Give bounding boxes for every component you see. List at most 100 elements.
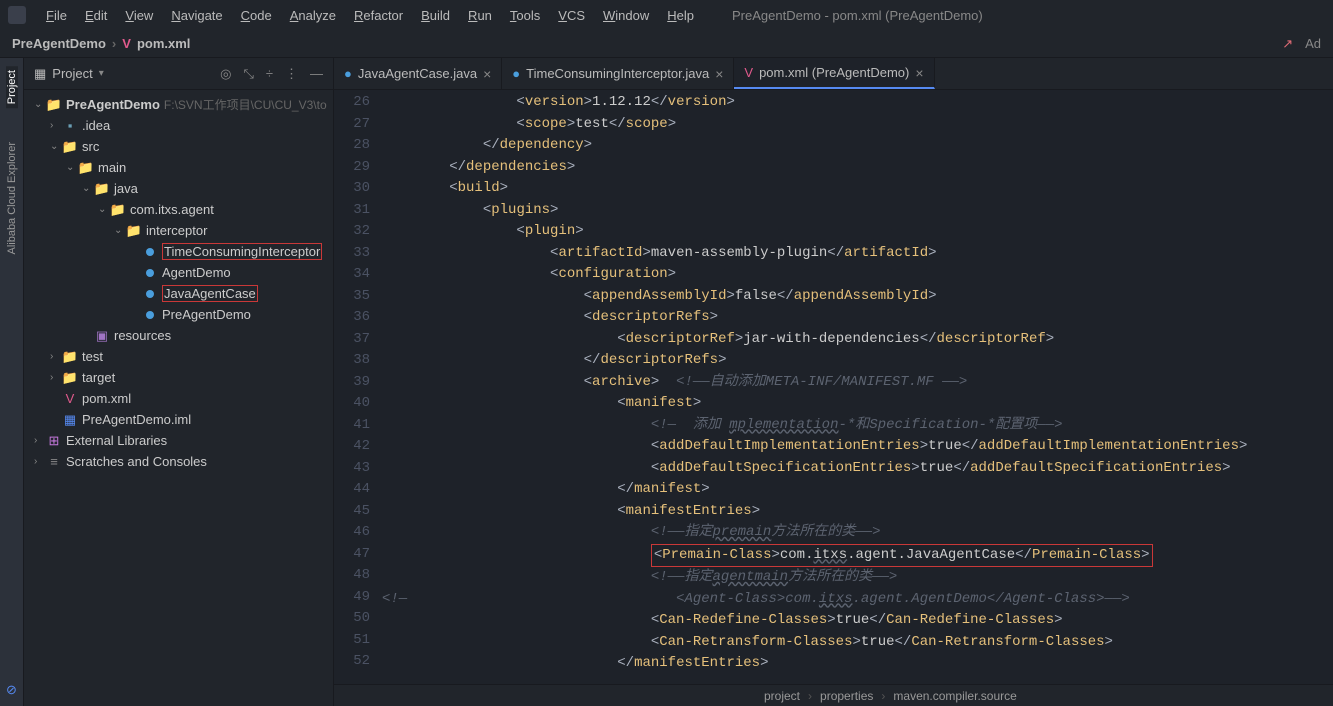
close-icon[interactable]: × — [915, 65, 923, 81]
tree-node-com-itxs-agent[interactable]: ⌄📁com.itxs.agent — [24, 199, 333, 220]
close-icon[interactable]: × — [483, 66, 491, 82]
code-line[interactable]: <manifest> — [382, 393, 1333, 415]
tool-window-label[interactable]: ▦ Project ▾ — [34, 66, 104, 82]
tree-node-resources[interactable]: ▣resources — [24, 325, 333, 346]
tree-node-preagentdemo[interactable]: PreAgentDemo — [24, 304, 333, 325]
line-number[interactable]: 31 — [334, 200, 370, 222]
line-number[interactable]: 38 — [334, 350, 370, 372]
chevron-icon[interactable]: › — [50, 120, 62, 131]
code-line[interactable]: <!——指定agentmain方法所在的类——> — [382, 567, 1333, 589]
line-number[interactable]: 42 — [334, 436, 370, 458]
line-number[interactable]: 26 — [334, 92, 370, 114]
editor-body[interactable]: 2627282930313233343536373839404142434445… — [334, 90, 1333, 684]
code-line[interactable]: <version>1.12.12</version> — [382, 92, 1333, 114]
chevron-icon[interactable]: › — [50, 351, 62, 362]
chevron-icon[interactable]: ⌄ — [82, 183, 94, 194]
status-crumb[interactable]: properties — [820, 689, 873, 703]
tree-node-timeconsuminginterceptor[interactable]: TimeConsumingInterceptor — [24, 241, 333, 262]
tab-javaagentcase-java[interactable]: ●JavaAgentCase.java× — [334, 58, 502, 89]
chevron-icon[interactable]: › — [50, 372, 62, 383]
tree-node-pom-xml[interactable]: Vpom.xml — [24, 388, 333, 409]
line-number[interactable]: 48 — [334, 565, 370, 587]
code-line[interactable]: <artifactId>maven-assembly-plugin</artif… — [382, 243, 1333, 265]
code-line[interactable]: <Premain-Class>com.itxs.agent.JavaAgentC… — [382, 544, 1333, 568]
settings-icon[interactable]: ⋮ — [285, 66, 298, 82]
code-line[interactable]: <plugins> — [382, 200, 1333, 222]
breadcrumb-root[interactable]: PreAgentDemo — [12, 36, 106, 51]
chevron-icon[interactable]: ⌄ — [50, 141, 62, 152]
menu-navigate[interactable]: Navigate — [163, 4, 230, 27]
menu-help[interactable]: Help — [659, 4, 702, 27]
line-number[interactable]: 51 — [334, 630, 370, 652]
tree-node-external-libraries[interactable]: ›⊞External Libraries — [24, 430, 333, 451]
menu-window[interactable]: Window — [595, 4, 657, 27]
rail-project[interactable]: Project — [6, 66, 18, 108]
search-icon[interactable]: ↗ — [1282, 36, 1293, 52]
menu-build[interactable]: Build — [413, 4, 458, 27]
tree-node-src[interactable]: ⌄📁src — [24, 136, 333, 157]
code-content[interactable]: <version>1.12.12</version> <scope>test</… — [382, 90, 1333, 684]
code-line[interactable]: </manifestEntries> — [382, 653, 1333, 675]
line-number[interactable]: 44 — [334, 479, 370, 501]
code-line[interactable]: </dependency> — [382, 135, 1333, 157]
tree-node-preagentdemo-iml[interactable]: ▦PreAgentDemo.iml — [24, 409, 333, 430]
code-line[interactable]: <manifestEntries> — [382, 501, 1333, 523]
line-number[interactable]: 30 — [334, 178, 370, 200]
code-line[interactable]: </manifest> — [382, 479, 1333, 501]
menu-file[interactable]: File — [38, 4, 75, 27]
code-line[interactable]: <configuration> — [382, 264, 1333, 286]
line-number[interactable]: 34 — [334, 264, 370, 286]
code-line[interactable]: <Can-Redefine-Classes>true</Can-Redefine… — [382, 610, 1333, 632]
line-number[interactable]: 27 — [334, 114, 370, 136]
menu-refactor[interactable]: Refactor — [346, 4, 411, 27]
line-number[interactable]: 52 — [334, 651, 370, 673]
code-line[interactable]: <!— 添加 mplementation-*和Specification-*配置… — [382, 415, 1333, 437]
line-number[interactable]: 49 — [334, 587, 370, 609]
collapse-icon[interactable]: ÷ — [266, 66, 273, 82]
chevron-icon[interactable]: ⌄ — [66, 162, 78, 173]
code-line[interactable]: <scope>test</scope> — [382, 114, 1333, 136]
close-icon[interactable]: × — [715, 66, 723, 82]
breadcrumb-file[interactable]: pom.xml — [137, 36, 190, 51]
code-line[interactable]: </dependencies> — [382, 157, 1333, 179]
menu-vcs[interactable]: VCS — [550, 4, 593, 27]
line-number[interactable]: 45 — [334, 501, 370, 523]
line-number[interactable]: 32 — [334, 221, 370, 243]
expand-icon[interactable]: ⤡ — [243, 66, 253, 82]
tree-node--idea[interactable]: ›▪.idea — [24, 115, 333, 136]
chevron-icon[interactable]: › — [34, 435, 46, 446]
line-number[interactable]: 29 — [334, 157, 370, 179]
code-line[interactable]: <!— <Agent-Class>com.itxs.agent.AgentDem… — [382, 589, 1333, 611]
menu-run[interactable]: Run — [460, 4, 500, 27]
code-line[interactable]: <archive> <!——自动添加META-INF/MANIFEST.MF —… — [382, 372, 1333, 394]
breadcrumb[interactable]: PreAgentDemo › V pom.xml — [12, 36, 190, 51]
line-number[interactable]: 35 — [334, 286, 370, 308]
tab-timeconsuminginterceptor-java[interactable]: ●TimeConsumingInterceptor.java× — [502, 58, 734, 89]
line-number[interactable]: 36 — [334, 307, 370, 329]
line-number[interactable]: 37 — [334, 329, 370, 351]
menu-tools[interactable]: Tools — [502, 4, 548, 27]
menu-analyze[interactable]: Analyze — [282, 4, 344, 27]
chevron-down-icon[interactable]: ▾ — [99, 68, 104, 79]
code-line[interactable]: <descriptorRefs> — [382, 307, 1333, 329]
rail-alibaba[interactable]: Alibaba Cloud Explorer — [6, 138, 18, 259]
chevron-icon[interactable]: ⌄ — [34, 99, 46, 110]
tree-node-scratches-and-consoles[interactable]: ›≡Scratches and Consoles — [24, 451, 333, 472]
tree-node-preagentdemo[interactable]: ⌄📁PreAgentDemoF:\SVN工作项目\CU\CU_V3\to — [24, 94, 333, 115]
code-line[interactable]: <addDefaultImplementationEntries>true</a… — [382, 436, 1333, 458]
line-number[interactable]: 47 — [334, 544, 370, 566]
tree-node-test[interactable]: ›📁test — [24, 346, 333, 367]
code-line[interactable]: <descriptorRef>jar-with-dependencies</de… — [382, 329, 1333, 351]
chevron-icon[interactable]: › — [34, 456, 46, 467]
line-number[interactable]: 43 — [334, 458, 370, 480]
tree-node-javaagentcase[interactable]: JavaAgentCase — [24, 283, 333, 304]
chevron-icon[interactable]: ⌄ — [98, 204, 110, 215]
tree-node-target[interactable]: ›📁target — [24, 367, 333, 388]
menu-code[interactable]: Code — [233, 4, 280, 27]
breadcrumb-bar[interactable]: project›properties›maven.compiler.source — [334, 684, 1333, 706]
code-line[interactable]: <build> — [382, 178, 1333, 200]
menu-edit[interactable]: Edit — [77, 4, 115, 27]
line-number[interactable]: 50 — [334, 608, 370, 630]
tab-pom-xml-preagentdemo-[interactable]: Vpom.xml (PreAgentDemo)× — [734, 58, 934, 89]
status-crumb[interactable]: maven.compiler.source — [893, 689, 1016, 703]
